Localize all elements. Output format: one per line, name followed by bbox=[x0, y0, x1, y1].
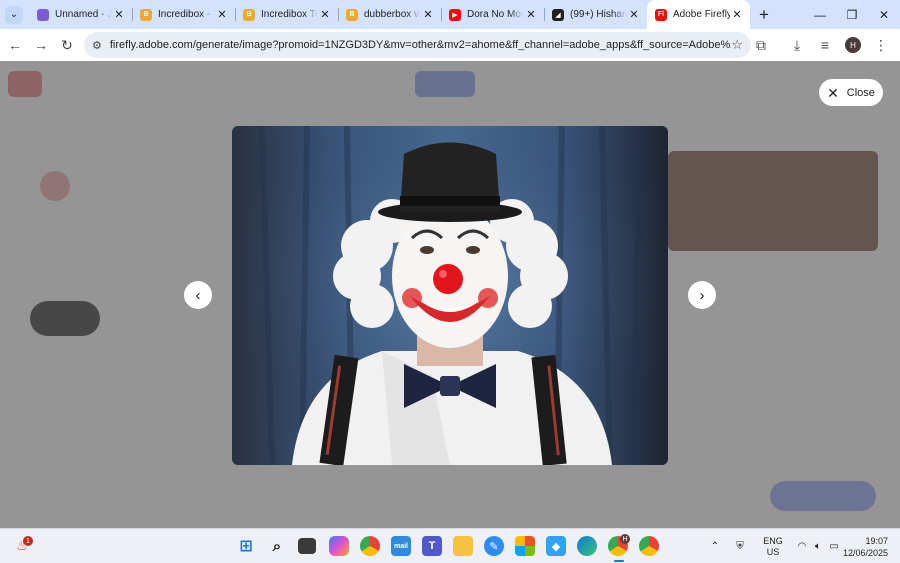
clown-portrait-image bbox=[232, 126, 668, 465]
chrome-profile-badge: H bbox=[620, 534, 630, 544]
firefly-icon: Fl bbox=[655, 8, 667, 21]
wifi-icon[interactable]: ◠ bbox=[794, 541, 810, 552]
forward-icon[interactable]: → bbox=[28, 32, 54, 58]
youtube-icon: ▶ bbox=[449, 8, 461, 21]
next-image-button[interactable]: › bbox=[688, 281, 716, 309]
chevron-up-icon[interactable]: ⌃ bbox=[708, 541, 722, 552]
language-text: ENG bbox=[763, 535, 783, 546]
language-indicator[interactable]: ENG US bbox=[758, 536, 788, 558]
taskbar: ♨ 1 ⊞ ⌕ mail T ✎ ◆ H ⌃ ⛨ ENG US ◠ 🔈︎ ▭ 1… bbox=[0, 528, 900, 563]
tab-active[interactable]: Fl Adobe Firefly ✕ bbox=[647, 0, 750, 29]
running-indicator bbox=[614, 560, 624, 562]
app-icon[interactable]: ✎ bbox=[484, 536, 504, 556]
new-tab-button[interactable]: + bbox=[752, 5, 776, 25]
site-settings-icon[interactable]: ⚙ bbox=[92, 39, 102, 52]
tab[interactable]: ▶ Dora No More ✕ bbox=[441, 0, 544, 29]
close-window-icon[interactable]: ✕ bbox=[868, 0, 900, 29]
search-icon[interactable]: ⌕ bbox=[267, 536, 287, 556]
browser-toolbar: ← → ↻ ⚙ firefly.adobe.com/generate/image… bbox=[0, 29, 900, 61]
photos-icon[interactable]: ◆ bbox=[546, 536, 566, 556]
incredibox-icon: B bbox=[243, 8, 255, 21]
bookmark-star-icon[interactable]: ☆ bbox=[731, 37, 743, 53]
tab-title: Incredibox - T bbox=[158, 9, 215, 20]
clock[interactable]: 19:07 12/06/2025 bbox=[836, 529, 888, 563]
previous-image-button[interactable]: ‹ bbox=[184, 281, 212, 309]
minimize-icon[interactable]: — bbox=[804, 0, 836, 29]
menu-icon[interactable]: ⋮ bbox=[868, 32, 894, 58]
cube-icon bbox=[37, 8, 49, 21]
tab[interactable]: B Incredibox - T ✕ bbox=[132, 0, 235, 29]
file-explorer-icon[interactable] bbox=[453, 536, 473, 556]
tab[interactable]: B dubberbox v2 ✕ bbox=[338, 0, 441, 29]
reload-icon[interactable]: ↻ bbox=[54, 32, 80, 58]
teams-icon[interactable]: T bbox=[422, 536, 442, 556]
tab-strip: ⌄ Unnamed - Ju ✕ B Incredibox - T ✕ B In… bbox=[0, 0, 900, 29]
address-bar[interactable]: ⚙ firefly.adobe.com/generate/image?promo… bbox=[84, 32, 751, 58]
close-label: Close bbox=[846, 86, 875, 99]
incredibox-icon: B bbox=[140, 8, 152, 21]
chrome-icon[interactable] bbox=[360, 536, 380, 556]
tab-title: (99+) Hisham bbox=[570, 9, 627, 20]
edge-icon[interactable] bbox=[577, 536, 597, 556]
chrome-alt-icon[interactable] bbox=[639, 536, 659, 556]
task-view-icon[interactable] bbox=[298, 538, 316, 554]
page-content: ✕ Close ‹ › bbox=[0, 61, 900, 528]
notification-badge: 1 bbox=[23, 536, 33, 546]
download-icon[interactable]: ⤓ bbox=[784, 32, 810, 58]
close-button[interactable]: ✕ Close bbox=[819, 79, 883, 106]
copilot-icon[interactable] bbox=[329, 536, 349, 556]
close-icon: ✕ bbox=[827, 84, 839, 101]
region-text: US bbox=[766, 546, 780, 557]
tab[interactable]: Unnamed - Ju ✕ bbox=[29, 0, 132, 29]
tab-title: Adobe Firefly bbox=[673, 9, 730, 20]
mailbird-icon[interactable]: mail bbox=[391, 536, 411, 556]
time-text: 19:07 bbox=[865, 535, 888, 546]
tab-title: Incredibox Ter bbox=[261, 9, 318, 20]
close-icon[interactable]: ✕ bbox=[318, 8, 332, 21]
close-icon[interactable]: ✕ bbox=[421, 8, 435, 21]
close-icon[interactable]: ✕ bbox=[627, 8, 641, 21]
tab[interactable]: ◢ (99+) Hisham ✕ bbox=[544, 0, 647, 29]
close-icon[interactable]: ✕ bbox=[730, 8, 744, 21]
close-icon[interactable]: ✕ bbox=[524, 8, 538, 21]
tab-search-chevron-icon[interactable]: ⌄ bbox=[5, 5, 23, 24]
artstation-icon: ◢ bbox=[552, 8, 564, 21]
toolbar-actions: ⧉ ⤓ ≡ H ⋮ bbox=[748, 32, 894, 58]
date-text: 12/06/2025 bbox=[842, 547, 888, 558]
close-icon[interactable]: ✕ bbox=[215, 8, 229, 21]
tab-list: Unnamed - Ju ✕ B Incredibox - T ✕ B Incr… bbox=[29, 0, 750, 29]
tab-title: Dora No More bbox=[467, 9, 524, 20]
profile-button[interactable]: H bbox=[840, 32, 866, 58]
avatar: H bbox=[845, 37, 861, 53]
tab-title: dubberbox v2 bbox=[364, 9, 421, 20]
close-icon[interactable]: ✕ bbox=[112, 8, 126, 21]
start-icon[interactable]: ⊞ bbox=[236, 536, 256, 556]
window-controls: — ❐ ✕ bbox=[804, 0, 900, 29]
chevron-left-icon: ‹ bbox=[195, 286, 201, 304]
incredibox-icon: B bbox=[346, 8, 358, 21]
security-icon[interactable]: ⛨ bbox=[726, 541, 754, 552]
tab-title: Unnamed - Ju bbox=[55, 9, 112, 20]
system-tray: ⌃ ⛨ ENG US ◠ 🔈︎ ▭ bbox=[708, 529, 842, 563]
restore-icon[interactable]: ❐ bbox=[836, 0, 868, 29]
url-text[interactable]: firefly.adobe.com/generate/image?promoid… bbox=[110, 39, 731, 51]
chevron-right-icon: › bbox=[699, 286, 705, 304]
back-icon[interactable]: ← bbox=[2, 32, 28, 58]
reading-list-icon[interactable]: ≡ bbox=[812, 32, 838, 58]
extensions-icon[interactable]: ⧉ bbox=[748, 32, 774, 58]
tab[interactable]: B Incredibox Ter ✕ bbox=[235, 0, 338, 29]
store-icon[interactable] bbox=[515, 536, 535, 556]
volume-icon[interactable]: 🔈︎ bbox=[810, 541, 826, 552]
generated-image bbox=[232, 126, 668, 465]
